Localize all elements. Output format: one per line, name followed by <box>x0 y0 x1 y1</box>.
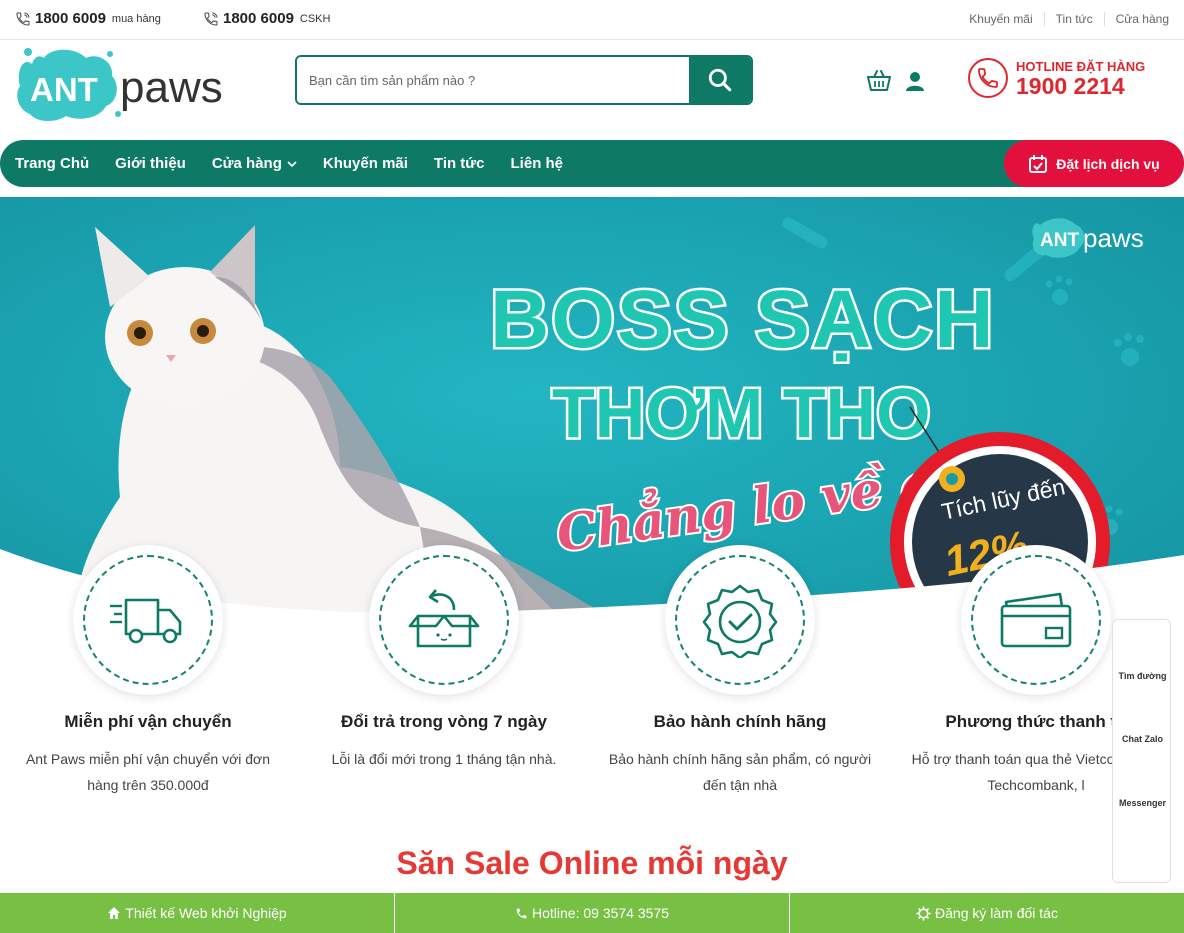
phone-icon <box>16 12 30 26</box>
credit-card-icon <box>1000 592 1072 648</box>
feature-warranty: Bảo hành chính hãng Bảo hành chính hãng … <box>592 545 888 798</box>
top-link-news[interactable]: Tin tức <box>1043 12 1104 26</box>
phone-support-number: 1800 6009 <box>223 10 294 27</box>
nav-item-about[interactable]: Giới thiệu <box>115 155 186 172</box>
top-bar: 1800 6009 mua hàng 1800 6009 CSKH Khuyến… <box>0 0 1184 40</box>
bottom-link-label: Thiết kế Web khởi Nghiệp <box>125 905 287 921</box>
sale-section-title: Săn Sale Online mỗi ngày <box>396 845 788 881</box>
site-logo[interactable]: ANT paws <box>14 44 250 122</box>
feature-circle <box>369 545 519 695</box>
phone-sales-label: mua hàng <box>111 12 161 25</box>
top-link-stores[interactable]: Cửa hàng <box>1103 12 1169 26</box>
nav-item-label: Khuyến mãi <box>322 155 408 172</box>
search-input[interactable] <box>297 57 689 103</box>
banner-headline-2: THƠM THO <box>552 374 931 452</box>
nav-item-label: Trang Chủ <box>15 155 90 172</box>
nav-item-promotions[interactable]: Khuyến mãi <box>323 155 408 172</box>
nav-item-label: Giới thiệu <box>115 155 186 172</box>
nav-item-stores[interactable]: Cửa hàng <box>212 155 297 172</box>
svg-text:paws: paws <box>1083 223 1144 253</box>
side-contact-widget: Tìm đường Chat Zalo Messenger <box>1112 619 1171 883</box>
banner-brand-logo: ANT paws <box>1032 218 1144 258</box>
phone-icon <box>204 12 218 26</box>
hotline-number: 1900 2214 <box>1016 72 1125 99</box>
cart-icon[interactable] <box>866 68 892 94</box>
nav-item-home[interactable]: Trang Chủ <box>15 155 89 172</box>
feature-title: Bảo hành chính hãng <box>653 712 827 731</box>
logo-text-paws: paws <box>120 63 223 112</box>
delivery-truck-icon <box>110 598 182 644</box>
bottom-bar: Thiết kế Web khởi Nghiệp Hotline: 09 357… <box>0 893 1184 933</box>
phone-support[interactable]: 1800 6009 CSKH <box>203 10 330 27</box>
nav-item-label: Tin tức <box>433 155 485 172</box>
bottom-link-label: Đăng ký làm đối tác <box>935 905 1058 921</box>
calendar-icon <box>1029 154 1048 173</box>
bottom-link-web-design[interactable]: Thiết kế Web khởi Nghiệp <box>0 893 395 933</box>
nav-item-label: Liên hệ <box>510 155 564 172</box>
hotline-label: HOTLINE ĐẶT HÀNG <box>1016 58 1146 74</box>
feature-free-shipping: Miễn phí vận chuyển Ant Paws miễn phí vậ… <box>0 545 296 798</box>
search-bar <box>295 55 753 105</box>
nav-item-label: Cửa hàng <box>211 155 282 172</box>
book-service-label: Đặt lịch dịch vụ <box>1056 155 1160 172</box>
phone-icon <box>516 908 527 918</box>
search-button[interactable] <box>689 57 751 103</box>
phone-ring-icon <box>968 58 1008 98</box>
feature-title: Miễn phí vận chuyển <box>64 712 232 731</box>
nav-item-contact[interactable]: Liên hệ <box>511 155 564 172</box>
bottom-link-label: Hotline: 09 3574 3575 <box>532 905 669 921</box>
feature-title: Đổi trả trong vòng 7 ngày <box>341 712 547 731</box>
phone-sales[interactable]: 1800 6009 mua hàng <box>15 10 161 27</box>
user-icon[interactable] <box>904 70 926 92</box>
feature-circle <box>73 545 223 695</box>
verified-badge-icon <box>702 584 778 658</box>
logo-text-ant: ANT <box>30 71 98 108</box>
feature-circle <box>961 545 1111 695</box>
search-icon <box>708 68 732 92</box>
banner-headline-1: BOSS SẠCH <box>490 274 996 365</box>
feature-desc: Lỗi là đổi mới trong 1 tháng tận nhà. <box>331 751 557 767</box>
feature-returns: Đổi trả trong vòng 7 ngày Lỗi là đổi mới… <box>296 545 592 772</box>
bottom-link-hotline[interactable]: Hotline: 09 3574 3575 <box>395 893 790 933</box>
feature-desc: Bảo hành chính hãng sản phẩm, có người đ… <box>608 751 872 793</box>
gear-icon <box>916 905 931 921</box>
side-widget-zalo[interactable]: Chat Zalo <box>1113 734 1172 744</box>
top-link-promotions[interactable]: Khuyến mãi <box>958 12 1043 26</box>
top-links: Khuyến mãi Tin tức Cửa hàng <box>958 12 1169 26</box>
side-widget-directions[interactable]: Tìm đường <box>1113 671 1172 681</box>
home-icon <box>108 907 121 919</box>
hotline[interactable]: HOTLINE ĐẶT HÀNG 1900 2214 <box>968 58 1145 98</box>
feature-circle <box>665 545 815 695</box>
book-service-button[interactable]: Đặt lịch dịch vụ <box>1004 140 1184 187</box>
svg-text:ANT: ANT <box>1040 230 1079 251</box>
return-box-icon <box>408 589 480 648</box>
bottom-link-partner[interactable]: Đăng ký làm đối tác <box>790 893 1184 933</box>
phone-support-label: CSKH <box>299 12 331 25</box>
nav-item-news[interactable]: Tin tức <box>434 155 485 172</box>
feature-desc: Ant Paws miễn phí vận chuyển với đơn hàn… <box>25 751 271 793</box>
phone-sales-number: 1800 6009 <box>35 10 106 27</box>
side-widget-messenger[interactable]: Messenger <box>1113 798 1172 808</box>
chevron-down-icon <box>287 160 297 167</box>
